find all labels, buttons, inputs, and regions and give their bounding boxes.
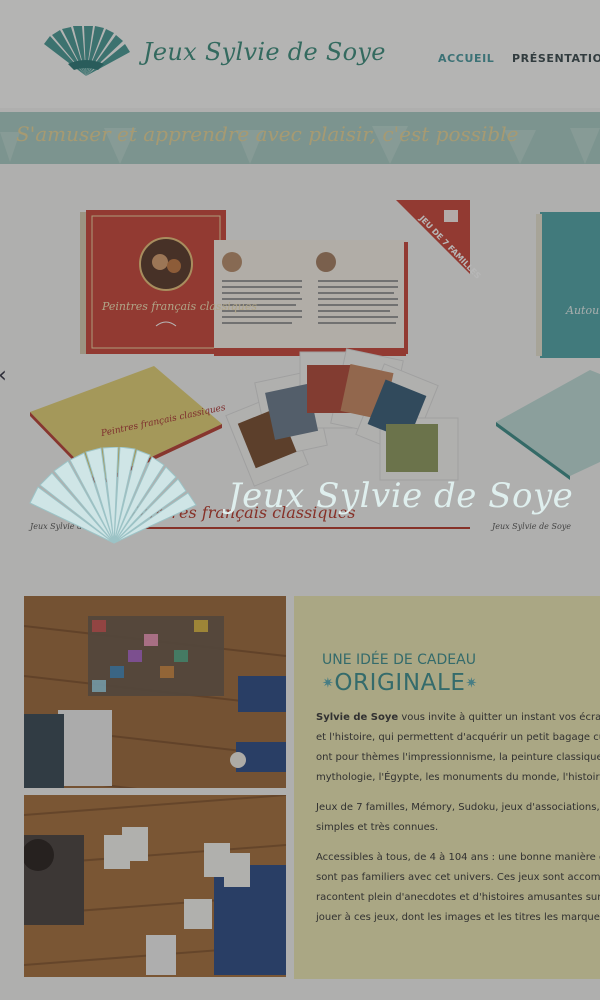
overlay-logo-text: Jeux Sylvie de Soye — [228, 476, 574, 516]
fan-logo-icon — [29, 447, 197, 544]
loading-overlay[interactable]: Jeux Sylvie de Soye — [0, 0, 600, 1000]
